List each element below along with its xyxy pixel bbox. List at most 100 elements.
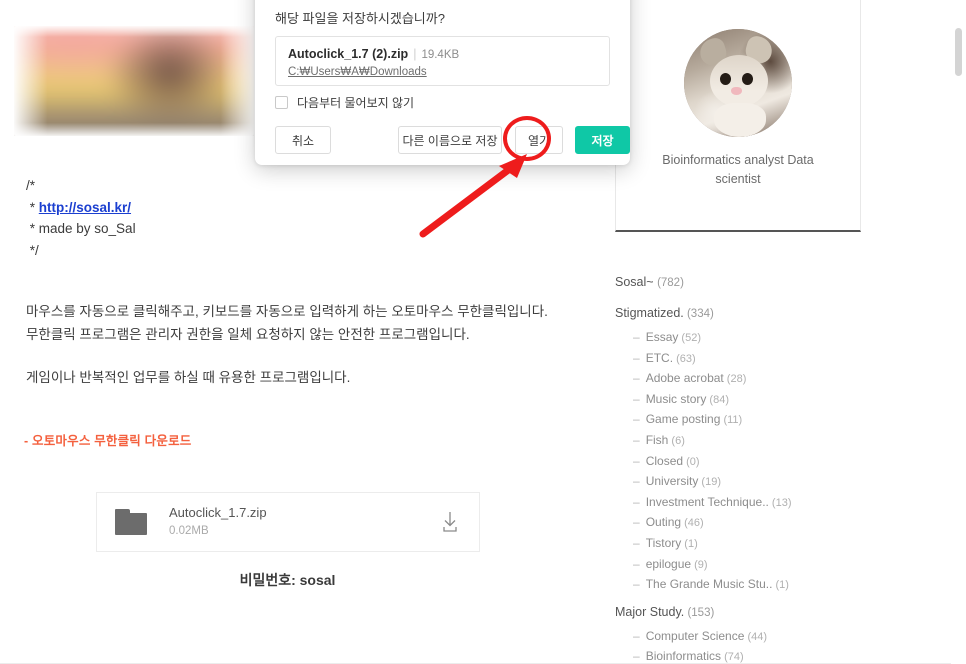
- category-item-count: (1): [681, 537, 698, 550]
- code-line-3: * made by so_Sal: [26, 221, 136, 236]
- category-item-dash: –: [633, 494, 640, 509]
- attachment-text: Autoclick_1.7.zip 0.02MB: [169, 504, 439, 540]
- category-item-dash: –: [633, 330, 640, 344]
- attachment-file-name: Autoclick_1.7.zip: [169, 505, 267, 520]
- page-root: /* * http://sosal.kr/ * made by so_Sal *…: [0, 0, 966, 664]
- category-item-dash: –: [633, 412, 640, 427]
- category-item[interactable]: – Closed (0): [615, 452, 915, 473]
- category-item[interactable]: – Music story (84): [615, 390, 915, 411]
- category-item-count: (46): [681, 517, 704, 530]
- category-root[interactable]: Sosal~ (782): [615, 268, 915, 297]
- category-item[interactable]: – Computer Science (44): [615, 627, 915, 648]
- code-line-1: /*: [26, 178, 36, 193]
- category-item[interactable]: – Fish (6): [615, 431, 915, 452]
- category-item-dash: –: [633, 474, 640, 489]
- category-group-count: (334): [683, 308, 714, 320]
- attachment-box[interactable]: Autoclick_1.7.zip 0.02MB: [96, 492, 480, 552]
- category-item[interactable]: – Outing (46): [615, 513, 915, 534]
- description-paragraph-1: 마우스를 자동으로 클릭해주고, 키보드를 자동으로 입력하게 하는 오토마우스…: [26, 304, 548, 342]
- save-button[interactable]: 저장: [575, 126, 630, 154]
- sosal-link[interactable]: http://sosal.kr/: [39, 200, 131, 215]
- category-item-count: (28): [723, 373, 747, 386]
- category-item-dash: –: [633, 649, 640, 664]
- kitten-avatar: [684, 29, 792, 137]
- category-item-count: (0): [683, 455, 700, 468]
- category-item-dash: –: [633, 535, 640, 550]
- download-icon[interactable]: [439, 510, 461, 534]
- annotation-arrow-icon: [419, 154, 527, 238]
- category-item-label: Fish: [645, 432, 669, 447]
- category-item-label: Bioinformatics: [645, 649, 722, 664]
- dialog-file-path[interactable]: C:₩Users₩A₩Downloads: [288, 64, 597, 81]
- category-item-count: (11): [720, 414, 743, 427]
- right-sidebar: Bioinformatics analyst Data scientist So…: [615, 0, 945, 664]
- category-item-label: Music story: [645, 391, 707, 406]
- category-item[interactable]: – Adobe acrobat (28): [615, 369, 915, 390]
- description-paragraph-2: 게임이나 반복적인 업무를 하실 때 유용한 프로그램입니다.: [26, 370, 351, 385]
- category-item[interactable]: – The Grande Music Stu.. (1): [615, 575, 915, 596]
- category-item[interactable]: – Bioinformatics (74): [615, 647, 915, 664]
- category-item-count: (84): [706, 393, 729, 406]
- dialog-file-name: Autoclick_1.7 (2).zip: [288, 47, 409, 61]
- category-item-dash: –: [633, 391, 640, 406]
- category-item-label: Outing: [645, 515, 682, 530]
- category-item-label: Essay: [645, 330, 679, 344]
- category-item-count: (74): [721, 651, 744, 664]
- dont-ask-again-label: 다음부터 물어보지 않기: [297, 96, 415, 110]
- category-list: Sosal~ (782) Stigmatized. (334) – Essay (5…: [615, 268, 915, 664]
- category-group-label: Major Study.: [615, 604, 685, 619]
- profile-card: Bioinformatics analyst Data scientist: [615, 0, 861, 232]
- category-item-count: (13): [768, 496, 792, 509]
- category-item-label: University: [645, 474, 699, 489]
- category-item-label: epilogue: [645, 556, 692, 571]
- category-item-label: Tistory: [645, 535, 682, 550]
- category-item-label: Computer Science: [645, 628, 745, 643]
- category-item-label: Adobe acrobat: [645, 371, 724, 386]
- category-item-label: Game posting: [645, 412, 721, 427]
- category-item-dash: –: [633, 628, 640, 643]
- category-item[interactable]: – Investment Technique.. (13): [615, 493, 915, 514]
- category-item-dash: –: [633, 371, 640, 386]
- category-group-title[interactable]: Major Study. (153): [615, 598, 915, 627]
- category-item[interactable]: – epilogue (9): [615, 555, 915, 576]
- code-line-2-prefix: *: [26, 199, 39, 215]
- category-item[interactable]: – Essay (52): [615, 328, 915, 349]
- category-root-count: (782): [657, 277, 684, 289]
- profile-description: Bioinformatics analyst Data scientist: [662, 153, 814, 186]
- dialog-file-info: Autoclick_1.7 (2).zip | 19.4KB C:₩Users₩A₩…: [275, 36, 610, 86]
- category-item-count: (19): [698, 476, 721, 489]
- category-item-dash: –: [633, 453, 640, 468]
- scrollbar-thumb[interactable]: [955, 28, 962, 76]
- category-item-dash: –: [633, 515, 640, 530]
- category-item-label: Investment Technique..: [645, 494, 769, 509]
- category-item-count: (44): [744, 630, 768, 643]
- code-comment-block: /* * http://sosal.kr/ * made by so_Sal *…: [26, 175, 136, 261]
- category-item-label: Closed: [645, 453, 684, 468]
- category-item-count: (63): [673, 352, 696, 365]
- category-item[interactable]: – ETC. (63): [615, 349, 915, 370]
- category-item-count: (1): [772, 579, 789, 592]
- category-root-label: Sosal~: [615, 275, 654, 289]
- category-group-label: Stigmatized.: [615, 306, 684, 320]
- category-item-dash: –: [633, 556, 640, 571]
- dialog-file-separator: |: [413, 47, 417, 61]
- category-group-title[interactable]: Stigmatized. (334): [615, 299, 915, 328]
- category-item-dash: –: [633, 350, 640, 365]
- category-item[interactable]: – University (19): [615, 472, 915, 493]
- download-section-heading: - 오토마우스 무한클릭 다운로드: [24, 434, 192, 448]
- password-note: 비밀번호: sosal: [239, 572, 336, 588]
- category-item-count: (6): [668, 434, 685, 447]
- category-item[interactable]: – Game posting (11): [615, 410, 915, 431]
- category-item[interactable]: – Tistory (1): [615, 534, 915, 555]
- category-item-dash: –: [633, 432, 640, 447]
- cancel-button[interactable]: 취소: [275, 126, 331, 154]
- dialog-title: 해당 파일을 저장하시겠습니까?: [275, 11, 445, 26]
- dont-ask-again-checkbox[interactable]: [275, 96, 288, 109]
- dialog-file-row: Autoclick_1.7 (2).zip | 19.4KB: [288, 46, 597, 64]
- category-item-count: (9): [691, 558, 708, 571]
- scrollbar-track[interactable]: [951, 0, 966, 664]
- code-line-4: */: [26, 242, 39, 258]
- category-item-dash: –: [633, 577, 640, 592]
- dont-ask-again-row[interactable]: 다음부터 물어보지 않기: [275, 94, 414, 111]
- attachment-file-size: 0.02MB: [169, 525, 209, 537]
